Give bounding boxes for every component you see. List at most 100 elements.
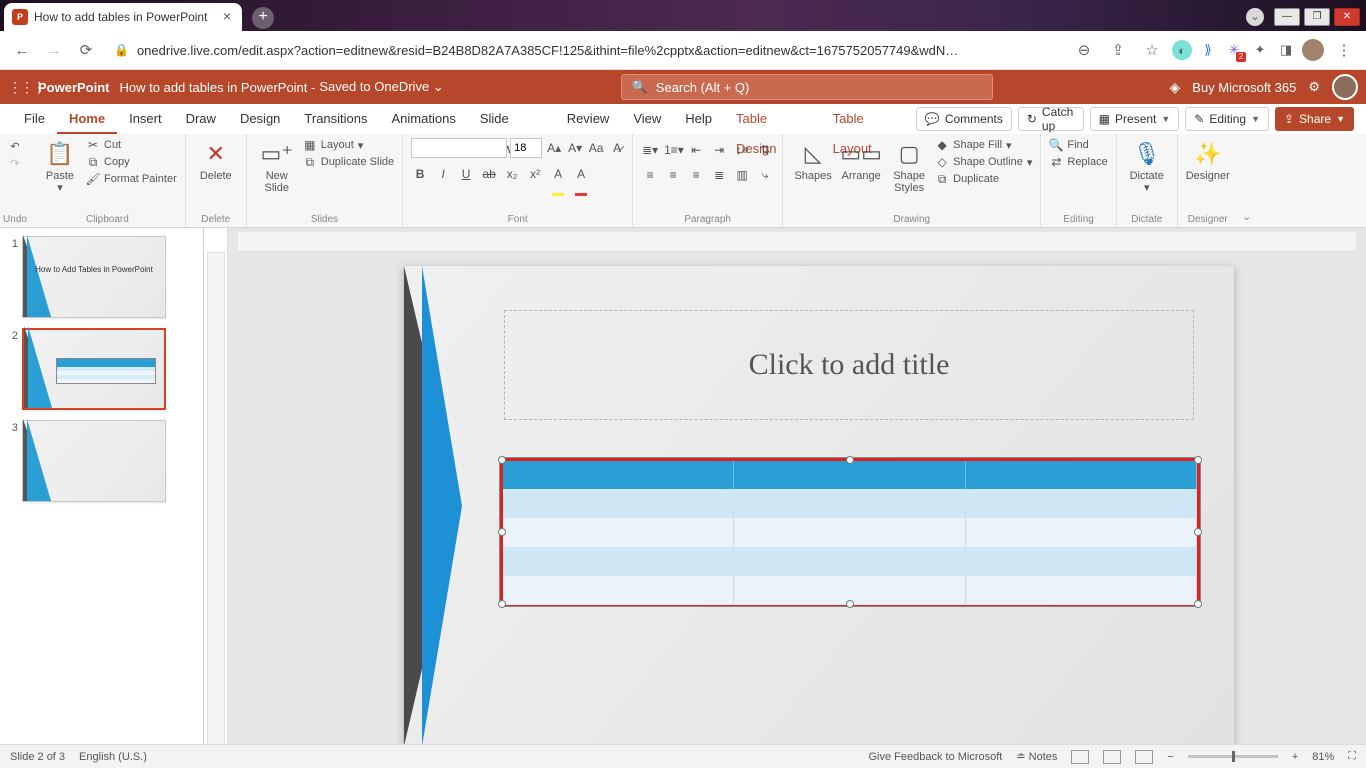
line-spacing-icon[interactable]: ↕≡ [733, 141, 751, 159]
superscript-button[interactable]: x² [526, 165, 544, 183]
tab-design[interactable]: Design [228, 104, 292, 134]
delete-button[interactable]: ✕ Delete [194, 138, 238, 182]
save-location[interactable]: Saved to OneDrive ⌄ [319, 79, 443, 95]
extension-3-icon[interactable]: ✳ [1224, 40, 1244, 60]
app-launcher-icon[interactable]: ⋮⋮⋮ [8, 79, 30, 96]
subscript-button[interactable]: x₂ [503, 165, 521, 183]
slide-thumbnail-2[interactable] [22, 328, 166, 410]
settings-gear-icon[interactable]: ⚙ [1308, 79, 1320, 95]
zoom-out-button[interactable]: − [1167, 751, 1173, 763]
tab-animations[interactable]: Animations [380, 104, 468, 134]
resize-handle[interactable] [1194, 456, 1202, 464]
duplicate-slide-button[interactable]: ⧉Duplicate Slide [303, 155, 394, 169]
resize-handle[interactable] [846, 456, 854, 464]
slide-canvas-area[interactable]: Click to add title [228, 228, 1366, 763]
extension-2-icon[interactable]: ⟫ [1198, 40, 1218, 60]
indent-icon[interactable]: ⇥ [710, 141, 728, 159]
outdent-icon[interactable]: ⇤ [687, 141, 705, 159]
tab-transitions[interactable]: Transitions [292, 104, 379, 134]
resize-handle[interactable] [498, 600, 506, 608]
zoom-level[interactable]: 81% [1312, 751, 1334, 763]
replace-button[interactable]: ⇄Replace [1049, 155, 1107, 169]
duplicate-button[interactable]: ⧉Duplicate [935, 172, 1032, 186]
arrange-button[interactable]: ▭▭Arrange [839, 138, 883, 182]
tab-review[interactable]: Review [555, 104, 622, 134]
chrome-account-chevron[interactable]: ⌄ [1246, 8, 1264, 26]
resize-handle[interactable] [1194, 600, 1202, 608]
resize-handle[interactable] [1194, 528, 1202, 536]
reload-button[interactable]: ⟳ [72, 36, 100, 64]
table-row[interactable] [503, 489, 1197, 518]
tab-home[interactable]: Home [57, 104, 117, 134]
new-slide-button[interactable]: ▭⁺ New Slide [255, 138, 299, 194]
change-case-icon[interactable]: Aa [587, 139, 605, 157]
share-page-icon[interactable]: ⇪ [1104, 36, 1132, 64]
browser-tab[interactable]: P How to add tables in PowerPoint × [4, 3, 242, 31]
share-button[interactable]: ⇪ Share ▼ [1275, 107, 1354, 131]
decrease-font-icon[interactable]: A▾ [566, 139, 584, 157]
title-placeholder[interactable]: Click to add title [504, 310, 1194, 420]
document-name[interactable]: How to add tables in PowerPoint - [120, 80, 316, 95]
window-close-button[interactable]: ✕ [1334, 8, 1360, 26]
slide-thumbnail-1[interactable]: How to Add Tables in PowerPoint [22, 236, 166, 318]
sorter-view-icon[interactable] [1103, 750, 1121, 764]
zoom-slider[interactable] [1188, 755, 1278, 758]
slide-thumbnails-panel[interactable]: 1 How to Add Tables in PowerPoint 2 3 [0, 228, 204, 763]
numbering-icon[interactable]: 1≡▾ [664, 141, 682, 159]
columns-icon[interactable]: ▥ [733, 166, 751, 184]
comments-button[interactable]: 💬 Comments [916, 107, 1012, 131]
present-button[interactable]: ▦ Present ▼ [1090, 107, 1180, 131]
highlight-button[interactable]: A [549, 165, 567, 183]
language-status[interactable]: English (U.S.) [79, 751, 147, 763]
copy-button[interactable]: ⧉Copy [86, 155, 177, 169]
bookmark-star-icon[interactable]: ☆ [1138, 36, 1166, 64]
slide-counter[interactable]: Slide 2 of 3 [10, 751, 65, 763]
resize-handle[interactable] [846, 600, 854, 608]
dictate-button[interactable]: 🎙Dictate▾ [1125, 138, 1169, 194]
new-tab-button[interactable]: + [252, 7, 274, 29]
bold-button[interactable]: B [411, 165, 429, 183]
window-minimize-button[interactable]: — [1274, 8, 1300, 26]
bullets-icon[interactable]: ≣▾ [641, 141, 659, 159]
notes-toggle[interactable]: ≐ Notes [1016, 750, 1057, 763]
resize-handle[interactable] [498, 456, 506, 464]
buy-microsoft-link[interactable]: Buy Microsoft 365 [1192, 80, 1296, 95]
align-right-icon[interactable]: ≡ [687, 166, 705, 184]
increase-font-icon[interactable]: A▴ [545, 139, 563, 157]
slide-thumbnail-3[interactable] [22, 420, 166, 502]
user-avatar[interactable] [1332, 74, 1358, 100]
tab-table-layout[interactable]: Table Layout [821, 104, 916, 134]
side-panel-icon[interactable]: ◨ [1276, 40, 1296, 60]
ribbon-collapse-icon[interactable]: ⌄ [1238, 134, 1256, 227]
italic-button[interactable]: I [434, 165, 452, 183]
tab-help[interactable]: Help [673, 104, 724, 134]
justify-icon[interactable]: ≣ [710, 166, 728, 184]
normal-view-icon[interactable] [1071, 750, 1089, 764]
fit-to-window-icon[interactable]: ⛶ [1348, 750, 1356, 763]
font-color-button[interactable]: A [572, 165, 590, 183]
zoom-icon[interactable]: ⊖ [1070, 36, 1098, 64]
redo-icon[interactable]: ↷ [10, 157, 19, 170]
tab-slideshow[interactable]: Slide Show [468, 104, 555, 134]
back-button[interactable]: ← [8, 36, 36, 64]
chrome-menu-icon[interactable]: ⋮ [1330, 36, 1358, 64]
table-header-row[interactable] [503, 461, 1197, 489]
chrome-profile-avatar[interactable] [1302, 39, 1324, 61]
close-tab-icon[interactable]: × [220, 10, 234, 24]
layout-button[interactable]: ▦Layout ▾ [303, 138, 394, 152]
text-direction-icon[interactable]: ⇅ [756, 141, 774, 159]
address-bar[interactable]: 🔒 onedrive.live.com/edit.aspx?action=edi… [104, 36, 1066, 64]
slide[interactable]: Click to add title [404, 266, 1234, 746]
reading-view-icon[interactable] [1135, 750, 1153, 764]
tab-view[interactable]: View [621, 104, 673, 134]
paste-button[interactable]: 📋 Paste▾ [38, 138, 82, 194]
window-maximize-button[interactable]: ❐ [1304, 8, 1330, 26]
format-painter-button[interactable]: 🖌Format Painter [86, 172, 177, 186]
feedback-link[interactable]: Give Feedback to Microsoft [868, 751, 1002, 763]
find-button[interactable]: 🔍Find [1049, 138, 1107, 152]
zoom-in-button[interactable]: + [1292, 751, 1298, 763]
shape-outline-button[interactable]: ◇Shape Outline ▾ [935, 155, 1032, 169]
shapes-button[interactable]: ◺Shapes [791, 138, 835, 182]
extension-1-icon[interactable]: ◐ [1172, 40, 1192, 60]
smartart-icon[interactable]: ⤷ [756, 166, 774, 184]
